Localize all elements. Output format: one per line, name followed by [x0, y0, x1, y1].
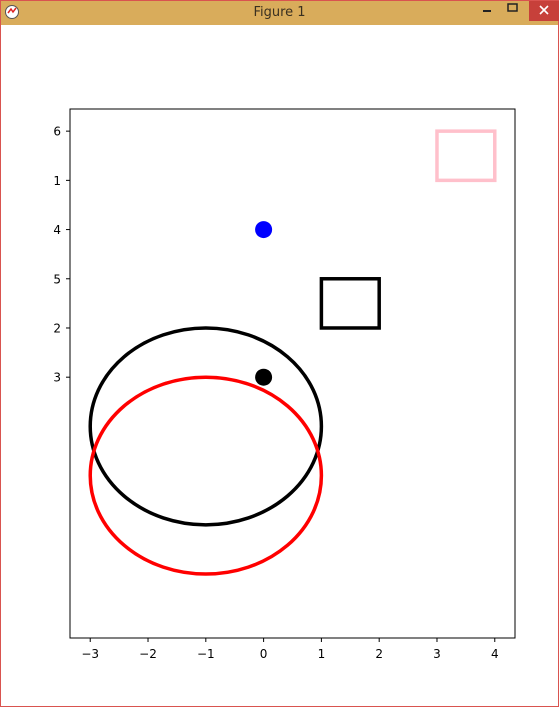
- minimize-button[interactable]: [476, 1, 498, 21]
- close-icon: [539, 5, 549, 15]
- black-circle: [88, 326, 324, 527]
- plot-layer: [88, 129, 497, 576]
- x-tick-label: 0: [260, 647, 268, 661]
- window-title: Figure 1: [253, 5, 306, 20]
- red-circle: [88, 375, 324, 576]
- x-tick-label: 4: [491, 647, 499, 661]
- y-tick-label: 2: [53, 321, 61, 335]
- x-tick-label: 2: [375, 647, 383, 661]
- plot-frame: [69, 108, 516, 639]
- y-tick-label: 4: [53, 223, 61, 237]
- blue-point: [255, 221, 273, 239]
- minimize-icon: [483, 10, 491, 12]
- black-point: [255, 368, 273, 386]
- figure-window: Figure 1 −3 −2 −1 0 1 2 3 4 6 1 4 5 2 3: [0, 0, 559, 707]
- close-button[interactable]: [529, 1, 559, 21]
- y-tick-label: 5: [53, 272, 61, 286]
- x-tick-label: −3: [81, 647, 99, 661]
- title-bar[interactable]: Figure 1: [1, 1, 559, 25]
- maximize-button[interactable]: [501, 1, 525, 21]
- x-tick-label: −1: [197, 647, 215, 661]
- y-tick-label: 6: [53, 125, 61, 139]
- maximize-icon: [507, 3, 518, 12]
- x-axis: −3 −2 −1 0 1 2 3 4: [81, 638, 499, 661]
- y-tick-label: 1: [53, 174, 61, 188]
- x-tick-label: 1: [318, 647, 326, 661]
- x-tick-label: 3: [433, 647, 441, 661]
- x-tick-label: −2: [139, 647, 157, 661]
- y-tick-label: 3: [53, 371, 61, 385]
- plot-canvas: −3 −2 −1 0 1 2 3 4 6 1 4 5 2 3: [53, 108, 516, 661]
- black-square: [319, 277, 381, 330]
- y-axis: 6 1 4 5 2 3: [53, 125, 70, 385]
- pink-square: [435, 129, 497, 183]
